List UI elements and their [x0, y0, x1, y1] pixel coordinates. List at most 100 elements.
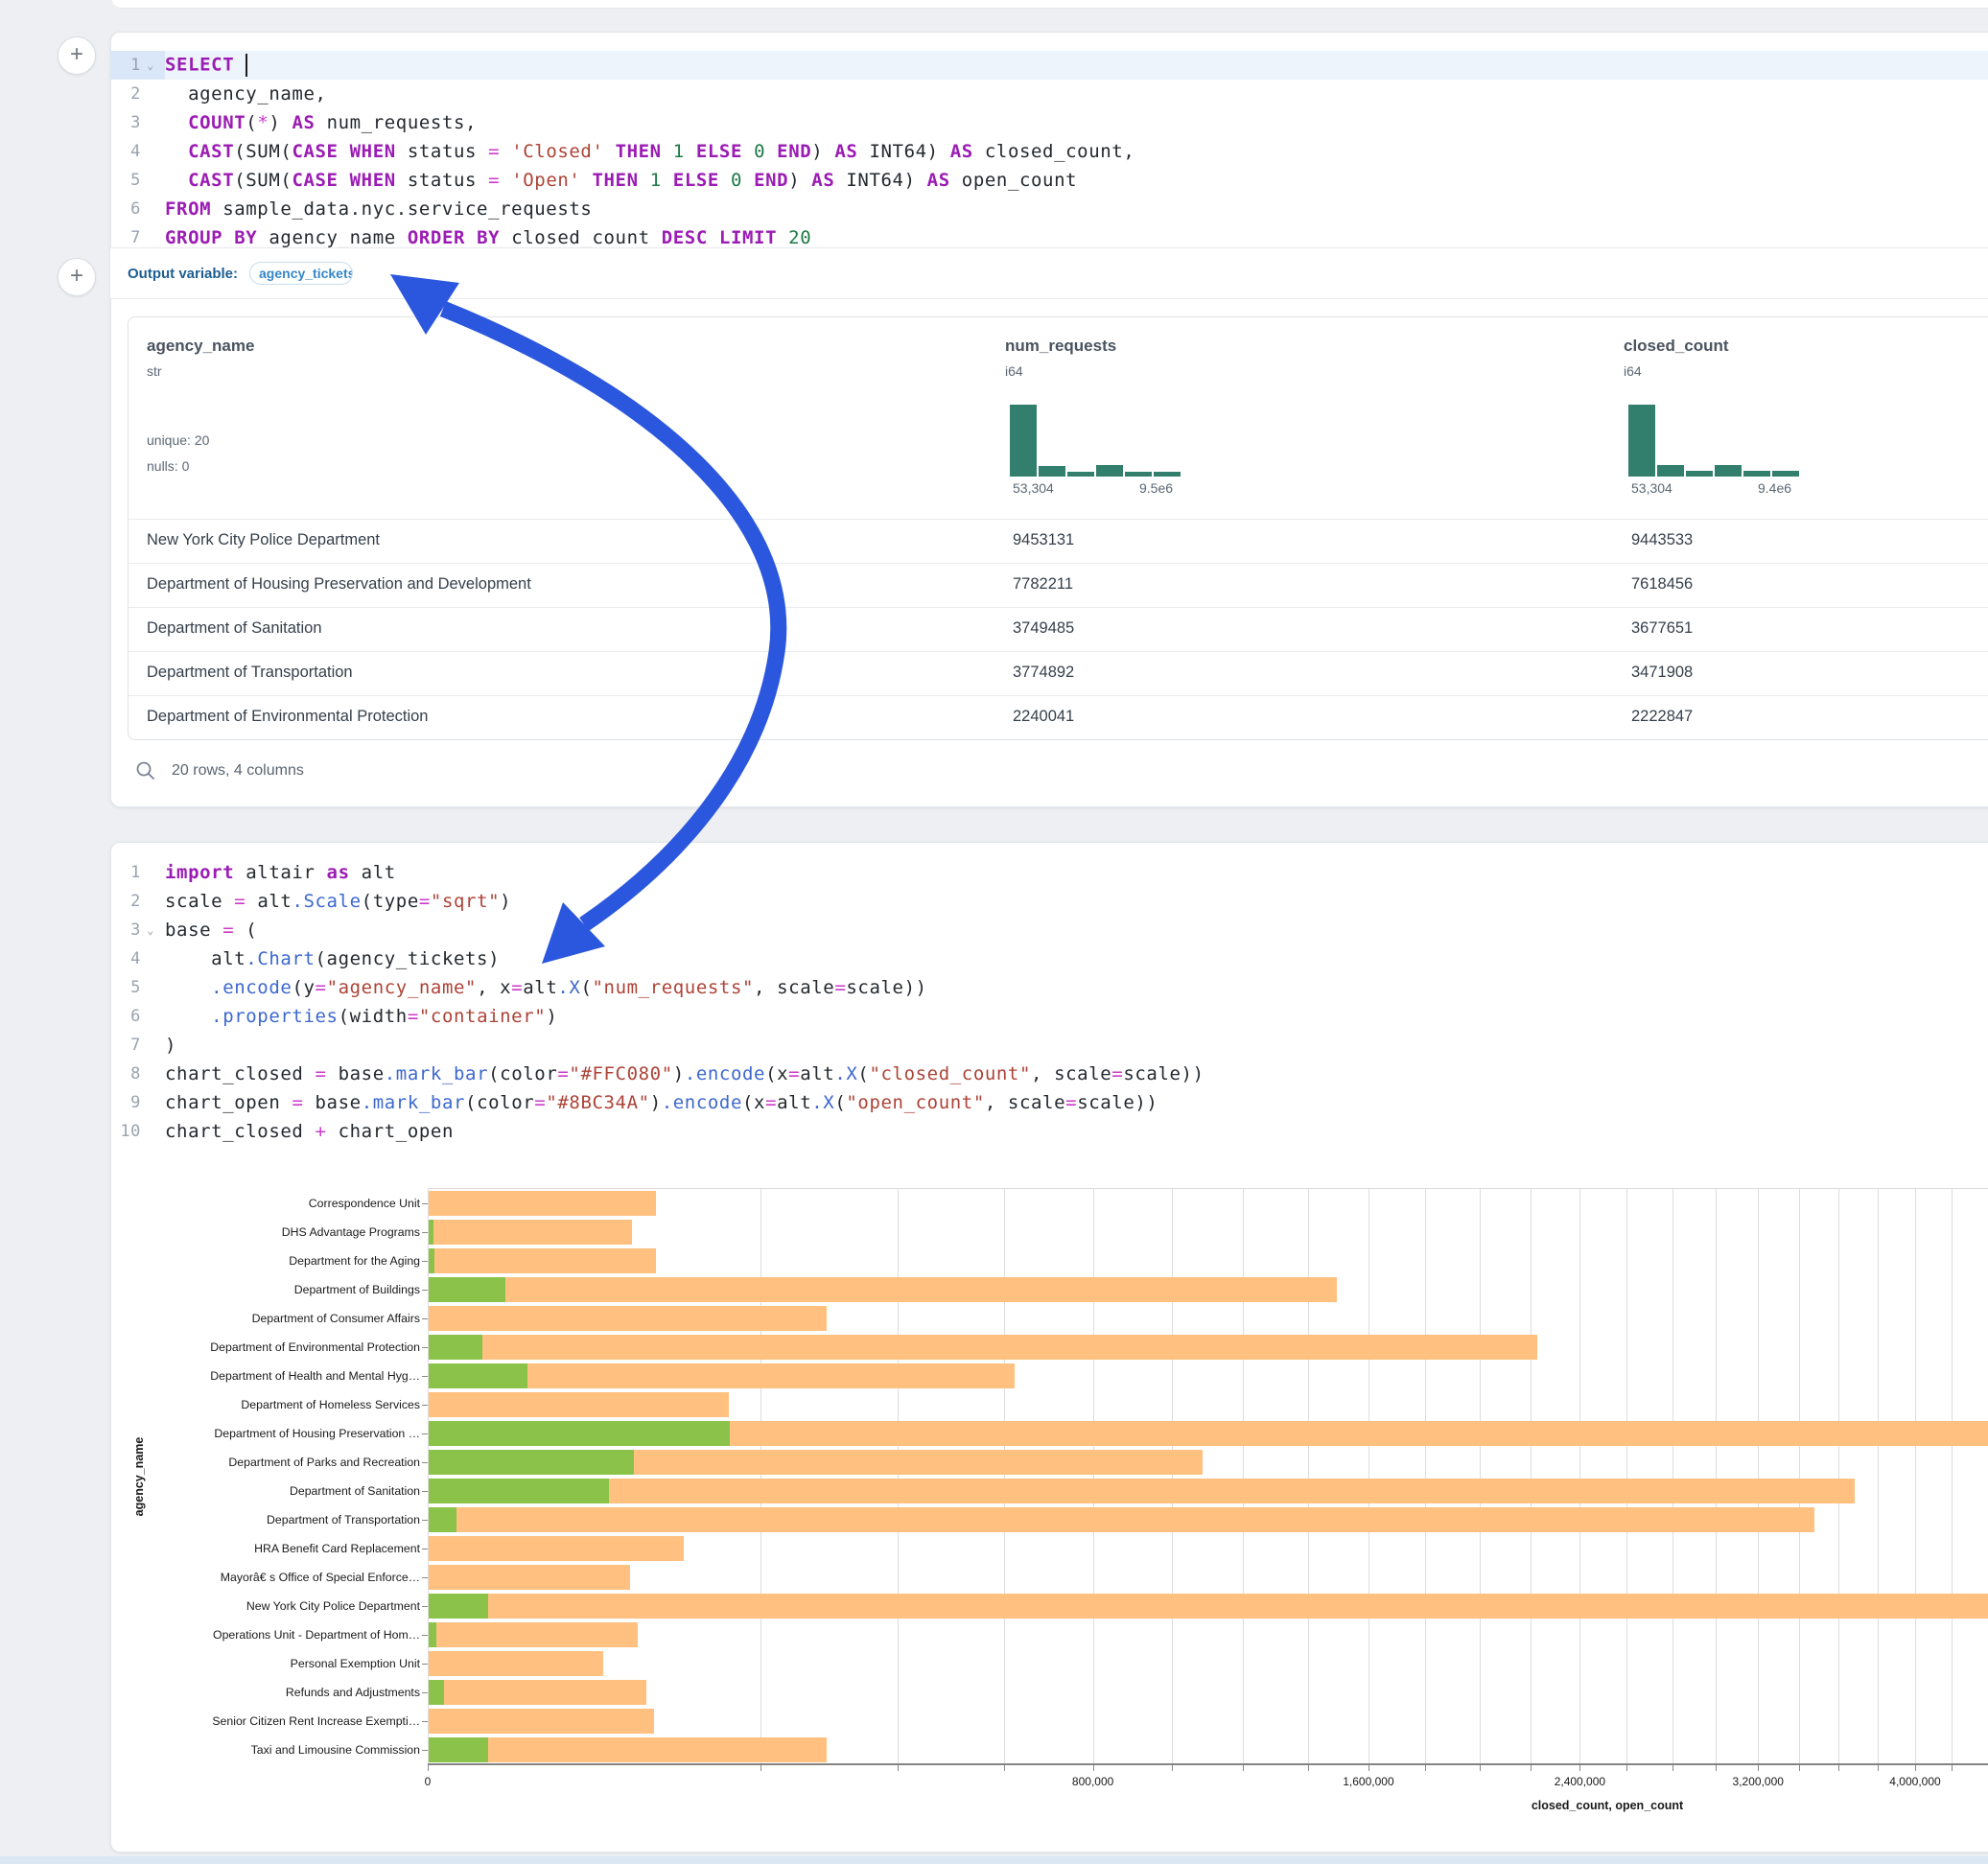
gridline: [1626, 1189, 1627, 1764]
y-axis-label: Department of Transportation: [132, 1505, 420, 1534]
code-line[interactable]: 9chart_open = base.mark_bar(color="#8BC3…: [110, 1088, 1988, 1117]
code-line[interactable]: 5 CAST(SUM(CASE WHEN status = 'Open' THE…: [110, 166, 1988, 195]
y-axis-label: Department of Housing Preservation …: [132, 1419, 420, 1448]
gridline: [1952, 1189, 1953, 1764]
code-text: base = (: [165, 920, 257, 941]
add-cell-button-output[interactable]: +: [58, 258, 96, 296]
bar-open: [429, 1507, 456, 1532]
histogram-min-label: 53,304: [1013, 480, 1054, 496]
table-cell: 9443533: [1631, 531, 1693, 549]
code-line[interactable]: 2 agency_name,: [110, 80, 1988, 108]
line-number: 2: [110, 84, 141, 104]
code-text: GROUP BY agency_name ORDER BY closed_cou…: [165, 227, 811, 248]
gridline: [1004, 1189, 1005, 1764]
x-axis-tick: [1758, 1765, 1759, 1771]
x-axis-tick: [1672, 1765, 1673, 1771]
fold-chevron-icon[interactable]: ⌄: [141, 923, 160, 937]
code-line[interactable]: 4 alt.Chart(agency_tickets): [110, 944, 1988, 973]
line-gutter: 8: [110, 1060, 165, 1088]
column-header[interactable]: num_requests: [1005, 337, 1116, 356]
y-axis-label: DHS Advantage Programs: [132, 1218, 420, 1247]
y-axis-tick: [422, 1750, 428, 1751]
output-variable-label: Output variable:: [128, 266, 238, 282]
table-cell: 3471908: [1631, 664, 1693, 682]
y-axis-tick: [422, 1405, 428, 1406]
bar-open: [429, 1248, 434, 1273]
line-number: 7: [110, 228, 141, 247]
search-icon[interactable]: [135, 760, 156, 781]
bar-open: [429, 1622, 436, 1647]
code-line[interactable]: 4 CAST(SUM(CASE WHEN status = 'Closed' T…: [110, 137, 1988, 166]
code-line[interactable]: 10chart_closed + chart_open: [110, 1117, 1988, 1146]
table-row-count: 20 rows, 4 columns: [172, 762, 304, 780]
gridline: [1308, 1189, 1309, 1764]
gridline: [1758, 1189, 1759, 1764]
code-line[interactable]: 3⌄base = (: [110, 916, 1988, 944]
table-row[interactable]: Department of Housing Preservation and D…: [129, 563, 1988, 608]
add-cell-button-top[interactable]: +: [58, 36, 96, 75]
y-axis-tick: [422, 1462, 428, 1463]
bar-closed: [429, 1306, 827, 1331]
x-axis-tick: [1626, 1765, 1627, 1771]
code-text: agency_name,: [165, 83, 327, 105]
gridline: [1878, 1189, 1879, 1764]
bar-open: [429, 1479, 609, 1503]
bar-closed: [429, 1335, 1537, 1360]
histogram-max-label: 9.4e6: [1758, 480, 1791, 496]
code-line[interactable]: 6FROM sample_data.nyc.service_requests: [110, 195, 1988, 223]
x-axis-tick: [1243, 1765, 1244, 1771]
code-text: import altair as alt: [165, 862, 396, 883]
gridline: [1838, 1189, 1839, 1764]
code-line[interactable]: 2scale = alt.Scale(type="sqrt"): [110, 887, 1988, 916]
table-row[interactable]: Department of Sanitation37494853677651: [129, 607, 1988, 652]
code-line[interactable]: 1⌄SELECT: [110, 51, 1988, 80]
x-axis-tick: [1952, 1765, 1953, 1771]
line-number: 5: [110, 978, 141, 997]
y-axis-label: HRA Benefit Card Replacement: [132, 1534, 420, 1563]
code-text: COUNT(*) AS num_requests,: [165, 112, 477, 133]
table-cell: Department of Housing Preservation and D…: [147, 575, 531, 594]
bar-open: [429, 1680, 444, 1705]
y-axis-tick: [422, 1203, 428, 1204]
output-variable-pill[interactable]: agency_tickets: [249, 262, 353, 285]
text-cursor: [246, 54, 247, 77]
table-footer: 20 rows, 4 columns: [128, 760, 304, 781]
python-code-editor[interactable]: 1import altair as alt2scale = alt.Scale(…: [110, 842, 1988, 1146]
y-axis-tick: [422, 1721, 428, 1722]
code-line[interactable]: 5 .encode(y="agency_name", x=alt.X("num_…: [110, 973, 1988, 1002]
bar-closed: [429, 1594, 1988, 1619]
y-axis-label: Department of Health and Mental Hyg…: [132, 1362, 420, 1390]
code-line[interactable]: 1import altair as alt: [110, 858, 1988, 887]
column-stat: nulls: 0: [147, 458, 189, 474]
y-axis-label: New York City Police Department: [132, 1592, 420, 1620]
table-row[interactable]: New York City Police Department945313194…: [129, 519, 1988, 564]
table-row[interactable]: Department of Environmental Protection22…: [129, 695, 1988, 740]
line-gutter: 3: [110, 108, 165, 137]
next-cell-edge: [0, 1856, 1988, 1864]
x-axis-tick: [428, 1765, 429, 1771]
bar-open: [429, 1594, 488, 1619]
table-row[interactable]: Department of Transportation377489234719…: [129, 651, 1988, 696]
plot-border-top: [428, 1188, 1988, 1189]
fold-chevron-icon[interactable]: ⌄: [141, 58, 160, 72]
table-cell: 7782211: [1013, 575, 1073, 594]
bar-closed: [429, 1248, 656, 1273]
x-tick-label: 2,400,000: [1522, 1775, 1637, 1788]
column-header[interactable]: closed_count: [1624, 337, 1729, 356]
table-cell: Department of Sanitation: [147, 619, 322, 638]
plot-border-left: [428, 1189, 429, 1764]
code-line[interactable]: 3 COUNT(*) AS num_requests,: [110, 108, 1988, 137]
code-line[interactable]: 6 .properties(width="container"): [110, 1002, 1988, 1031]
gridline: [1243, 1189, 1244, 1764]
gridline: [1799, 1189, 1800, 1764]
sql-code-editor[interactable]: 1⌄SELECT 2 agency_name,3 COUNT(*) AS num…: [110, 32, 1988, 247]
histogram-bar: [1039, 466, 1065, 477]
code-line[interactable]: 7): [110, 1031, 1988, 1060]
code-text: CAST(SUM(CASE WHEN status = 'Closed' THE…: [165, 141, 1134, 162]
bar-open: [429, 1335, 482, 1360]
bar-closed: [429, 1680, 646, 1705]
column-type: i64: [1624, 363, 1642, 379]
bar-open: [429, 1277, 505, 1302]
code-line[interactable]: 8chart_closed = base.mark_bar(color="#FF…: [110, 1060, 1988, 1088]
column-header[interactable]: agency_name: [147, 337, 254, 356]
